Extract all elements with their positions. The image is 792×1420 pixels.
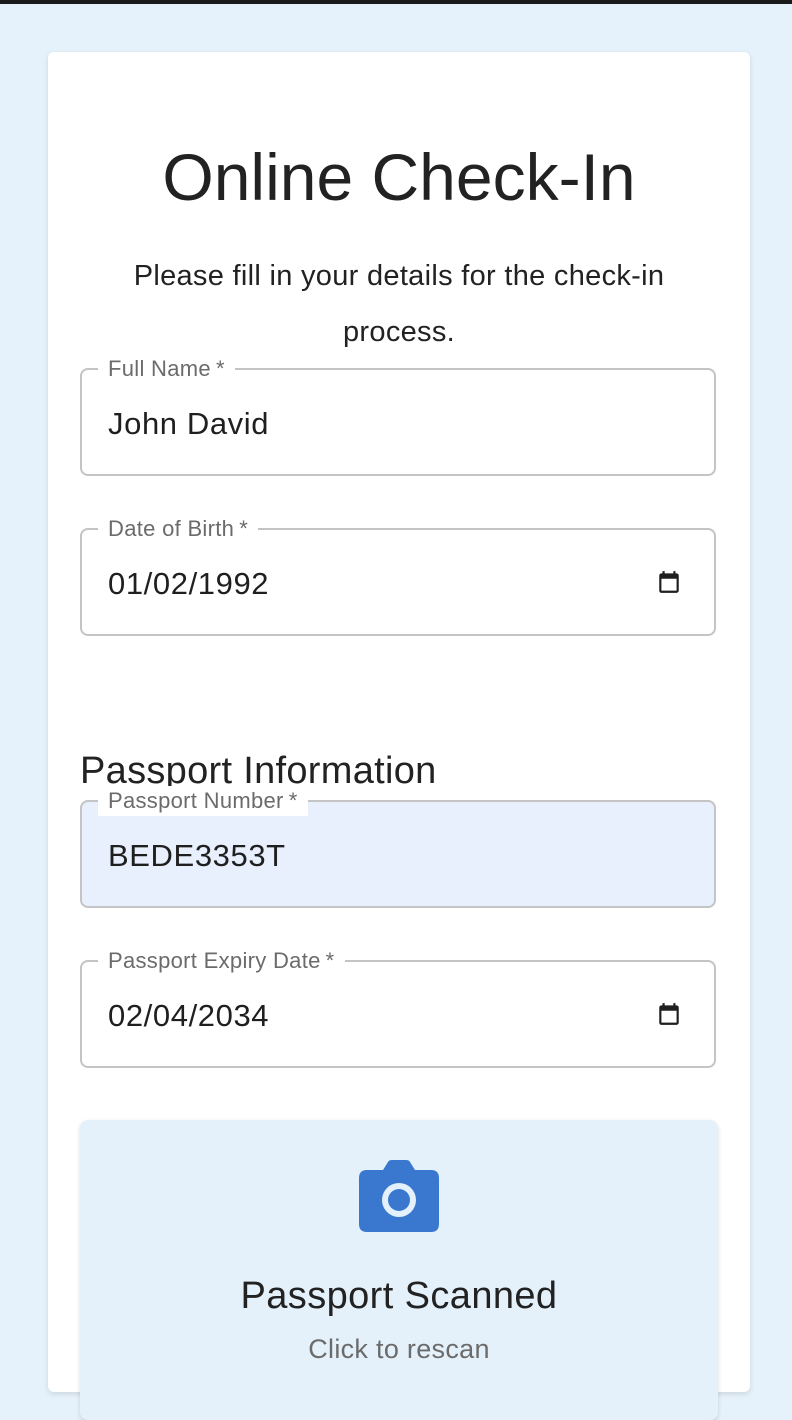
required-mark: * bbox=[325, 948, 335, 973]
page-subtitle: Please fill in your details for the chec… bbox=[133, 260, 665, 348]
required-mark: * bbox=[288, 788, 298, 813]
passport-number-value: BEDE3353T bbox=[108, 838, 286, 873]
rescan-hint: Click to rescan bbox=[308, 1334, 490, 1364]
calendar-icon[interactable] bbox=[656, 569, 682, 595]
passport-number-label: Passport Number * bbox=[98, 786, 308, 816]
full-name-value: John David bbox=[108, 406, 270, 441]
date-of-birth-value: 01/02/1992 bbox=[108, 566, 270, 601]
required-mark: * bbox=[215, 356, 225, 381]
passport-expiry-field[interactable]: Passport Expiry Date * 02/04/2034 bbox=[80, 946, 716, 1068]
required-mark: * bbox=[239, 516, 249, 541]
check-in-card: Online Check-In Please fill in your deta… bbox=[48, 52, 750, 1420]
full-name-field[interactable]: Full Name * John David bbox=[80, 354, 716, 476]
passport-scan-button[interactable]: Passport Scanned Click to rescan bbox=[80, 1120, 718, 1420]
camera-icon bbox=[359, 1160, 439, 1232]
passport-expiry-label: Passport Expiry Date * bbox=[98, 946, 345, 976]
scan-status-title: Passport Scanned bbox=[240, 1275, 558, 1317]
passport-expiry-value: 02/04/2034 bbox=[108, 998, 270, 1033]
passport-number-field[interactable]: Passport Number * BEDE3353T bbox=[80, 786, 716, 908]
calendar-icon[interactable] bbox=[656, 1001, 682, 1027]
page-title: Online Check-In bbox=[162, 140, 636, 214]
date-of-birth-label: Date of Birth * bbox=[98, 514, 259, 544]
top-edge-strip bbox=[0, 0, 792, 4]
full-name-label: Full Name * bbox=[98, 354, 235, 384]
date-of-birth-field[interactable]: Date of Birth * 01/02/1992 bbox=[80, 514, 716, 636]
